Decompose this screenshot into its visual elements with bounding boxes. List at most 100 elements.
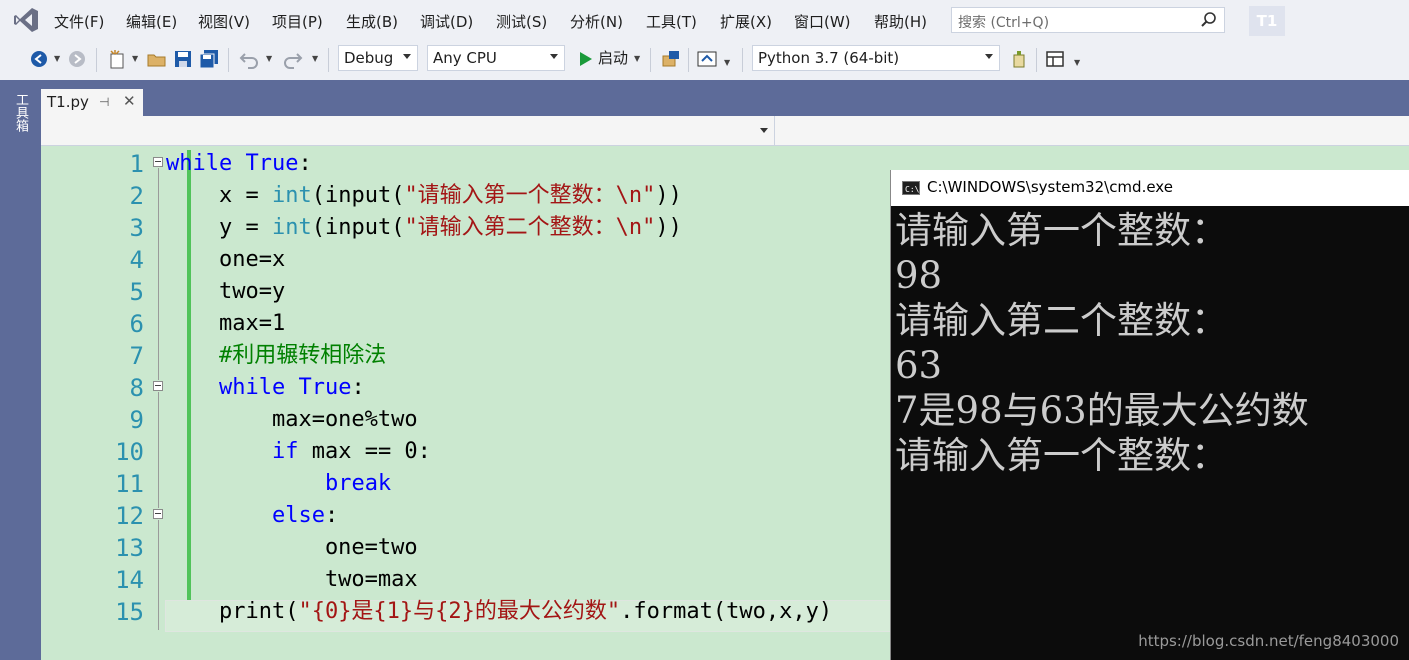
keyword: while bbox=[166, 151, 233, 176]
line-number: 13 bbox=[115, 534, 144, 562]
console-output-line: 63 bbox=[895, 344, 943, 387]
line-number-gutter: 1 2 3 4 5 6 7 8 9 10 11 12 13 14 15 bbox=[58, 146, 148, 660]
save-icon[interactable] bbox=[172, 48, 194, 70]
document-tab-strip: T1.py ⊣ ✕ bbox=[41, 80, 1409, 116]
tab-label: T1.py bbox=[47, 93, 89, 111]
collapse-outline-icon[interactable] bbox=[153, 157, 163, 167]
code-text: max == 0: bbox=[298, 439, 431, 464]
undo-dropdown-icon[interactable]: ▼ bbox=[266, 54, 272, 63]
code-text: : bbox=[324, 503, 339, 528]
keyword: else bbox=[271, 503, 325, 528]
console-output-line: 请输入第一个整数： bbox=[895, 209, 1228, 252]
python-environments-icon[interactable] bbox=[1008, 48, 1030, 70]
code-text: print( bbox=[166, 599, 299, 624]
line-number: 11 bbox=[115, 470, 144, 498]
start-button-label[interactable]: 启动 bbox=[598, 47, 628, 68]
start-dropdown-icon[interactable]: ▼ bbox=[634, 54, 640, 63]
menu-project[interactable]: 项目(P) bbox=[272, 11, 323, 32]
console-window[interactable]: C:\ C:\WINDOWS\system32\cmd.exe 请输入第一个整数… bbox=[890, 170, 1409, 660]
menu-edit[interactable]: 编辑(E) bbox=[126, 11, 177, 32]
find-in-files-icon[interactable] bbox=[660, 48, 682, 70]
navigate-forward-icon[interactable] bbox=[66, 48, 88, 70]
visual-studio-logo-icon[interactable] bbox=[12, 6, 40, 34]
code-line: max=one%two bbox=[166, 407, 418, 432]
open-folder-icon[interactable] bbox=[146, 48, 168, 70]
code-text: : bbox=[298, 151, 312, 176]
navigation-bar bbox=[41, 116, 1409, 146]
line-number: 4 bbox=[129, 246, 144, 274]
comment: #利用辗转相除法 bbox=[218, 343, 387, 368]
search-icon[interactable] bbox=[1200, 11, 1218, 29]
line-number: 9 bbox=[129, 406, 144, 434]
redo-dropdown-icon[interactable]: ▼ bbox=[312, 54, 318, 63]
menu-build[interactable]: 生成(B) bbox=[346, 11, 398, 32]
code-line: max=1 bbox=[166, 311, 286, 336]
keyword: while bbox=[218, 375, 286, 400]
toolbar-separator bbox=[1036, 48, 1037, 72]
menu-file[interactable]: 文件(F) bbox=[54, 11, 104, 32]
project-badge: T1 bbox=[1249, 6, 1285, 36]
code-line: if max == 0: bbox=[166, 436, 431, 468]
menu-debug[interactable]: 调试(D) bbox=[420, 11, 473, 32]
layout-icon[interactable] bbox=[1044, 48, 1066, 70]
start-play-icon[interactable] bbox=[574, 48, 596, 70]
line-number: 10 bbox=[115, 438, 144, 466]
chevron-down-icon bbox=[760, 128, 768, 133]
search-input[interactable]: 搜索 (Ctrl+Q) bbox=[951, 7, 1225, 33]
menu-extensions[interactable]: 扩展(X) bbox=[720, 11, 772, 32]
menu-analyze[interactable]: 分析(N) bbox=[570, 11, 623, 32]
code-text: (input( bbox=[311, 183, 405, 208]
code-text: x = bbox=[166, 183, 272, 208]
outline-guide bbox=[158, 520, 159, 630]
save-all-icon[interactable] bbox=[198, 48, 220, 70]
browser-link-icon[interactable] bbox=[696, 48, 718, 70]
line-number: 14 bbox=[115, 566, 144, 594]
solution-platform-dropdown[interactable]: Any CPU bbox=[427, 45, 565, 71]
console-titlebar[interactable]: C:\ C:\WINDOWS\system32\cmd.exe bbox=[891, 170, 1409, 206]
back-dropdown-icon[interactable]: ▼ bbox=[54, 54, 60, 63]
menu-tools[interactable]: 工具(T) bbox=[646, 11, 697, 32]
toolbar-separator bbox=[228, 48, 229, 72]
undo-icon[interactable] bbox=[238, 48, 260, 70]
code-text: (input( bbox=[311, 215, 405, 240]
menu-help[interactable]: 帮助(H) bbox=[874, 11, 927, 32]
browser-link-dropdown-icon[interactable]: ▼ bbox=[724, 58, 730, 67]
toolbar-overflow-icon[interactable]: ▼ bbox=[1074, 58, 1080, 67]
close-icon[interactable]: ✕ bbox=[123, 92, 136, 110]
collapse-outline-icon[interactable] bbox=[153, 509, 163, 519]
code-line: x = int(input("请输入第一个整数：\n")) bbox=[166, 180, 682, 212]
collapse-outline-icon[interactable] bbox=[153, 381, 163, 391]
keyword: True bbox=[298, 375, 352, 400]
toolbox-tab[interactable]: 工具箱 bbox=[8, 88, 32, 136]
left-tool-window-strip: 工具箱 bbox=[0, 80, 41, 660]
navigate-back-icon[interactable] bbox=[28, 48, 50, 70]
line-number: 12 bbox=[115, 502, 144, 530]
menu-test[interactable]: 测试(S) bbox=[496, 11, 547, 32]
new-project-icon[interactable] bbox=[106, 48, 128, 70]
python-environment-dropdown[interactable]: Python 3.7 (64-bit) bbox=[752, 45, 1000, 71]
solution-configuration-dropdown[interactable]: Debug bbox=[338, 45, 418, 71]
code-line: y = int(input("请输入第二个整数：\n")) bbox=[166, 212, 682, 244]
code-line: #利用辗转相除法 bbox=[166, 340, 386, 372]
console-output-line: 7是98与63的最大公约数 bbox=[895, 389, 1309, 432]
line-number: 8 bbox=[129, 374, 144, 402]
console-output-line: 98 bbox=[895, 254, 943, 297]
menu-window[interactable]: 窗口(W) bbox=[794, 11, 851, 32]
tab-t1-py[interactable]: T1.py ⊣ ✕ bbox=[41, 89, 143, 116]
new-project-dropdown-icon[interactable]: ▼ bbox=[132, 54, 138, 63]
code-line: one=two bbox=[166, 535, 418, 560]
chevron-down-icon bbox=[550, 54, 558, 59]
menu-view[interactable]: 视图(V) bbox=[198, 11, 250, 32]
code-navigation-dropdown[interactable] bbox=[41, 116, 775, 146]
pin-icon[interactable]: ⊣ bbox=[99, 95, 109, 109]
toolbar-separator bbox=[742, 48, 743, 72]
redo-icon[interactable] bbox=[282, 48, 304, 70]
standard-toolbar: ▼ ▼ ▼ ▼ Debug Any CPU ▼ ▼ Python 3.7 (64… bbox=[0, 40, 1409, 80]
toolbar-separator bbox=[328, 48, 329, 72]
code-text: )) bbox=[655, 215, 682, 240]
